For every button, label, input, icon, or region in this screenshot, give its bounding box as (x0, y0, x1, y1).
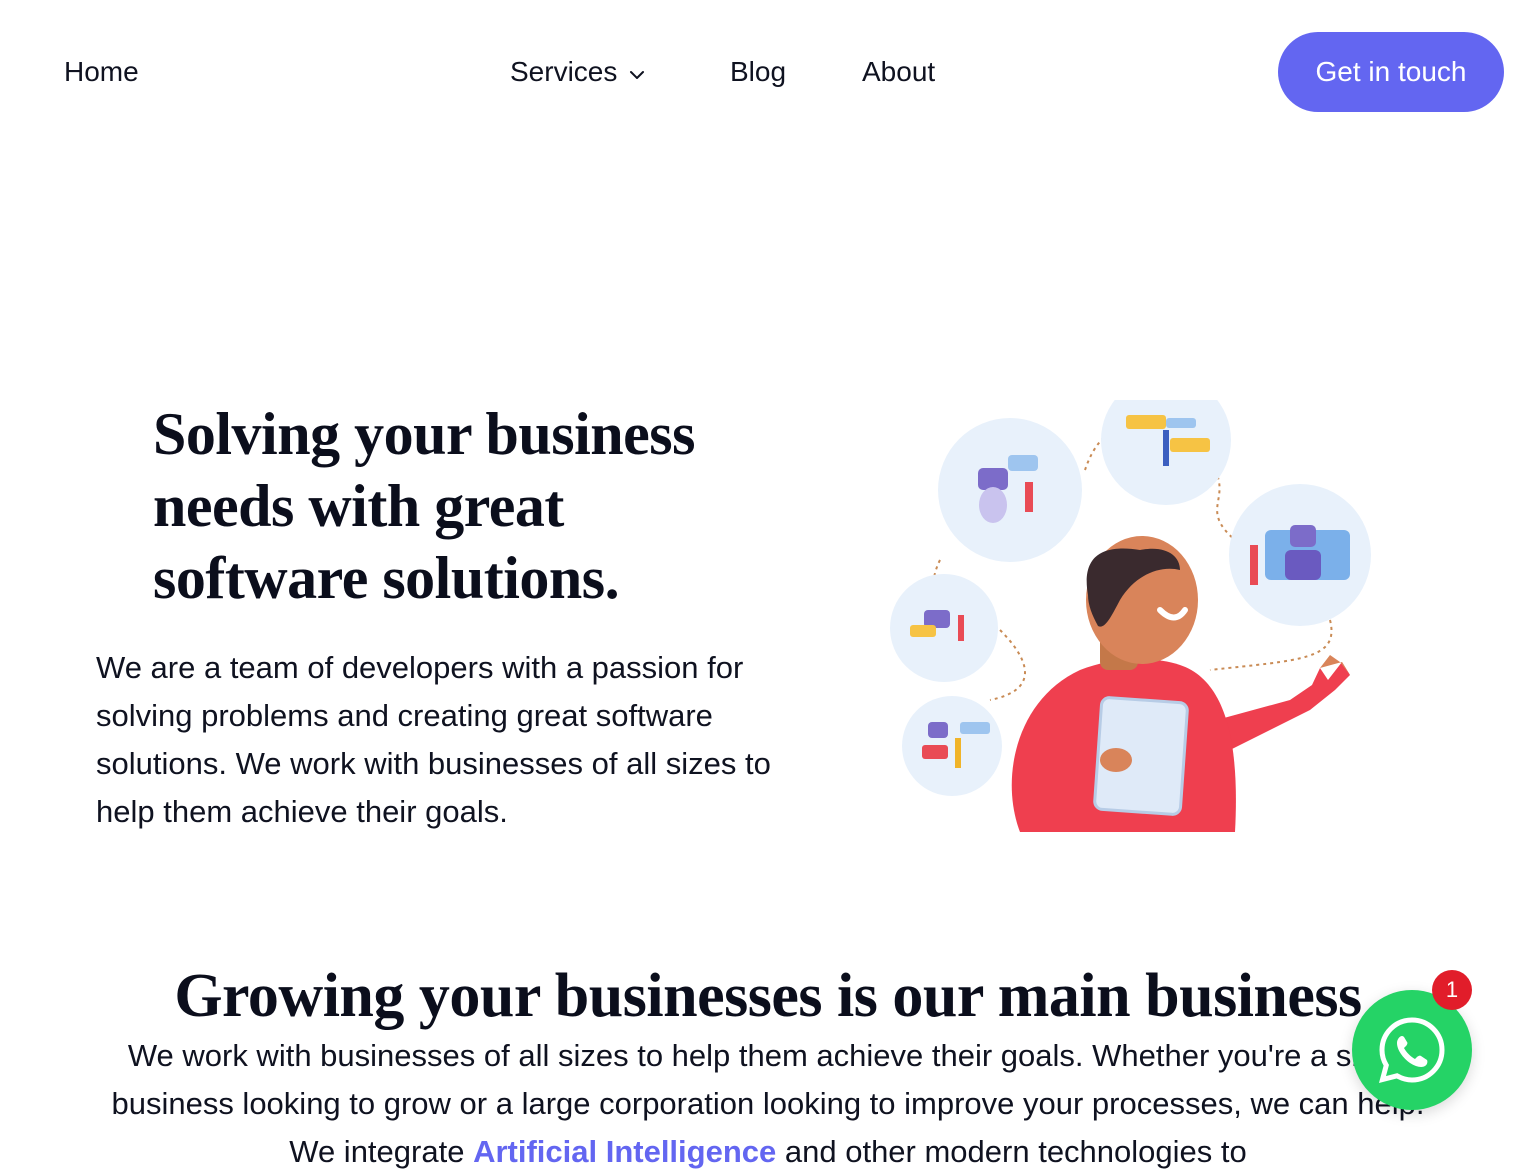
nav-about-link[interactable]: About (862, 52, 935, 92)
nav-services-link[interactable]: Services (510, 52, 647, 92)
section-description: We work with businesses of all sizes to … (90, 1032, 1446, 1176)
hero-title: Solving your business needs with great s… (153, 401, 695, 611)
whatsapp-icon (1378, 1017, 1445, 1083)
nav-home-link[interactable]: Home (64, 52, 139, 92)
get-in-touch-button[interactable]: Get in touch (1278, 32, 1504, 112)
notification-badge: 1 (1432, 970, 1472, 1010)
hero-illustration (890, 400, 1371, 832)
hero-description: We are a team of developers with a passi… (96, 650, 771, 829)
nav-blog-link[interactable]: Blog (730, 52, 786, 92)
artificial-intelligence-link[interactable]: Artificial Intelligence (473, 1134, 776, 1169)
chat-bubble-circle (902, 696, 1002, 796)
main-navigation: Home Services Blog About Get in touch (0, 0, 1536, 144)
nav-services-label: Services (510, 56, 618, 87)
section-text-part2: and other modern technologies to (776, 1134, 1247, 1169)
chat-bubble-circle (938, 418, 1082, 562)
chevron-down-icon (630, 71, 645, 79)
section-title: Growing your businesses is our main busi… (174, 962, 1362, 1030)
